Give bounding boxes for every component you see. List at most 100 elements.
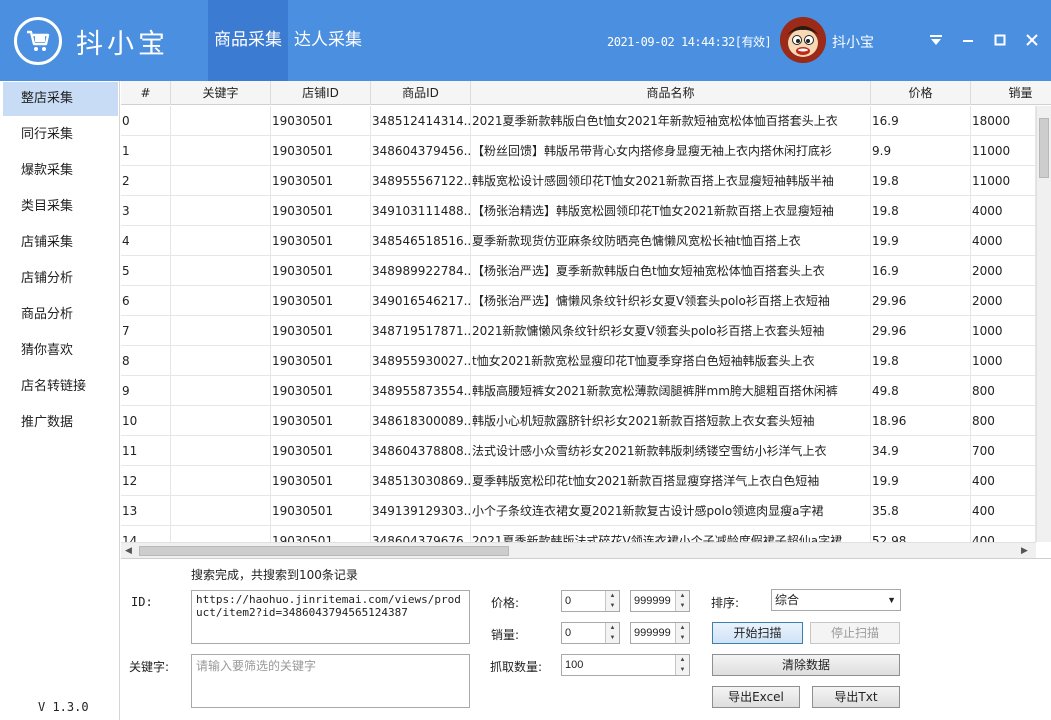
sidebar-item-store-analysis[interactable]: 店铺分析 [3,262,118,296]
cell-sales: 4000 [971,196,1036,226]
scroll-left-icon[interactable]: ◀ [125,545,132,556]
id-input[interactable]: https://haohuo.jinritemai.com/views/prod… [191,590,470,644]
status-text: 搜索完成，共搜索到100条记录 [191,568,358,582]
sort-select[interactable]: 综合 ▼ [771,589,901,611]
table-row[interactable]: 7 19030501 348719517871... 2021新款慵懒风条纹针织衫女夏… [121,316,1036,346]
export-excel-button[interactable]: 导出Excel [712,686,800,708]
cell-keyword [171,466,271,496]
minimize-icon[interactable] [958,30,978,50]
cell-store-id: 19030501 [271,286,371,316]
cell-price: 19.8 [871,196,971,226]
col-index[interactable]: # [121,81,171,105]
table-row[interactable]: 1 19030501 348604379456... 【粉丝回馈】韩版吊带背心女内搭修… [121,136,1036,166]
cell-price: 9.9 [871,136,971,166]
spin-down-icon[interactable]: ▼ [676,633,689,643]
cell-product-name: t恤女2021新款宽松显瘦印花T恤夏季穿搭白色短袖韩版套头上衣 [471,346,871,376]
cell-store-id: 19030501 [271,346,371,376]
vertical-scroll-thumb[interactable] [1039,118,1049,178]
spin-down-icon[interactable]: ▼ [606,601,619,611]
scroll-right-icon[interactable]: ▶ [1021,545,1028,556]
cell-sales: 18000 [971,106,1036,136]
spin-up-icon[interactable]: ▲ [676,623,689,633]
col-product-name[interactable]: 商品名称 [471,81,871,105]
clear-data-button[interactable]: 清除数据 [712,654,900,676]
table-row[interactable]: 14 19030501 348604379676... 2021夏季新款韩版法式碎花V… [121,526,1036,542]
cell-product-name: 韩版小心机短款露脐针织衫女2021新款百搭短款上衣女套头短袖 [471,406,871,436]
cell-product-name: 【杨张治严选】夏季新款韩版白色t恤女短袖宽松体恤百搭套头上衣 [471,256,871,286]
cell-index: 12 [121,466,171,496]
col-price[interactable]: 价格 [871,81,971,105]
cell-price: 49.8 [871,376,971,406]
tab-product-collect[interactable]: 商品采集 [208,0,288,81]
table-row[interactable]: 11 19030501 348604378808... 法式设计感小众雪纺衫女2021… [121,436,1036,466]
spin-down-icon[interactable]: ▼ [606,633,619,643]
keyword-input[interactable]: 请输入要筛选的关键字 [191,654,470,708]
table-row[interactable]: 0 19030501 348512414314... 2021夏季新款韩版白色t恤女2… [121,106,1036,136]
cell-index: 11 [121,436,171,466]
col-store-id[interactable]: 店铺ID [271,81,371,105]
cell-store-id: 19030501 [271,496,371,526]
sidebar-item-promo-data[interactable]: 推广数据 [3,406,118,440]
sidebar-item-store-link[interactable]: 店名转链接 [3,370,118,404]
spin-up-icon[interactable]: ▲ [676,655,689,665]
tab-influencer-collect[interactable]: 达人采集 [289,0,367,81]
cell-keyword [171,346,271,376]
product-table[interactable]: # 关键字 店铺ID 商品ID 商品名称 价格 销量 0 19030501 3485… [121,81,1051,559]
export-txt-button[interactable]: 导出Txt [812,686,900,708]
cell-product-name: 2021夏季新款韩版白色t恤女2021年新款短袖宽松体恤百搭套头上衣 [471,106,871,136]
col-product-id[interactable]: 商品ID [371,81,471,105]
spin-down-icon[interactable]: ▼ [676,601,689,611]
price-min-spinner[interactable]: 0 ▲ ▼ [561,590,620,612]
horizontal-scrollbar[interactable]: ◀ ▶ [121,542,1036,558]
spin-down-icon[interactable]: ▼ [676,665,689,675]
cell-sales: 400 [971,466,1036,496]
col-keyword[interactable]: 关键字 [171,81,271,105]
table-row[interactable]: 6 19030501 349016546217... 【杨张治严选】慵懒风条纹针织衫女… [121,286,1036,316]
table-row[interactable]: 8 19030501 348955930027... t恤女2021新款宽松显瘦印花T… [121,346,1036,376]
price-max-spinner[interactable]: 999999 ▲ ▼ [630,590,690,612]
spin-up-icon[interactable]: ▲ [606,623,619,633]
maximize-icon[interactable] [990,30,1010,50]
cell-price: 52.98 [871,526,971,542]
sidebar-item-hot[interactable]: 爆款采集 [3,154,118,188]
cell-product-id: 348618300089... [371,406,471,436]
fetch-count-spinner[interactable]: 100 ▲ ▼ [561,654,690,676]
table-row[interactable]: 4 19030501 348546518516... 夏季新款现货仿亚麻条纹防晒亮色慵… [121,226,1036,256]
spin-up-icon[interactable]: ▲ [606,591,619,601]
sidebar-item-category[interactable]: 类目采集 [3,190,118,224]
table-row[interactable]: 9 19030501 348955873554... 韩版高腰短裤女2021新款宽松薄… [121,376,1036,406]
vertical-scrollbar[interactable] [1036,106,1051,542]
table-row[interactable]: 5 19030501 348989922784... 【杨张治严选】夏季新款韩版白色t… [121,256,1036,286]
dropdown-menu-icon[interactable] [926,30,946,50]
sidebar-item-whole-store[interactable]: 整店采集 [3,82,118,116]
sales-min-spinner[interactable]: 0 ▲ ▼ [561,622,620,644]
cell-keyword [171,406,271,436]
cell-price: 29.96 [871,316,971,346]
spin-up-icon[interactable]: ▲ [676,591,689,601]
table-row[interactable]: 3 19030501 349103111488... 【杨张治精选】韩版宽松圆领印花T… [121,196,1036,226]
cell-product-id: 348604378808... [371,436,471,466]
table-row[interactable]: 13 19030501 349139129303... 小个子条纹连衣裙女夏2021新… [121,496,1036,526]
cell-index: 4 [121,226,171,256]
cell-product-name: 【杨张治精选】韩版宽松圆领印花T恤女2021新款百搭上衣显瘦短袖 [471,196,871,226]
close-icon[interactable] [1022,30,1042,50]
sidebar-item-store-collect[interactable]: 店铺采集 [3,226,118,260]
sidebar-item-guess-like[interactable]: 猜你喜欢 [3,334,118,368]
start-scan-button[interactable]: 开始扫描 [712,622,803,644]
stop-scan-button[interactable]: 停止扫描 [810,622,900,644]
cell-store-id: 19030501 [271,136,371,166]
sidebar-item-peer[interactable]: 同行采集 [3,118,118,152]
table-row[interactable]: 12 19030501 348513030869... 夏季韩版宽松印花t恤女2021… [121,466,1036,496]
sidebar-item-product-analysis[interactable]: 商品分析 [3,298,118,332]
cell-price: 18.96 [871,406,971,436]
avatar[interactable] [780,17,826,63]
cell-keyword [171,496,271,526]
table-row[interactable]: 2 19030501 348955567122... 韩版宽松设计感圆领印花T恤女20… [121,166,1036,196]
horizontal-scroll-thumb[interactable] [139,546,509,556]
cell-store-id: 19030501 [271,106,371,136]
cell-index: 13 [121,496,171,526]
cell-keyword [171,256,271,286]
table-row[interactable]: 10 19030501 348618300089... 韩版小心机短款露脐针织衫女20… [121,406,1036,436]
col-sales[interactable]: 销量 [971,81,1051,105]
sales-max-spinner[interactable]: 999999 ▲ ▼ [630,622,690,644]
